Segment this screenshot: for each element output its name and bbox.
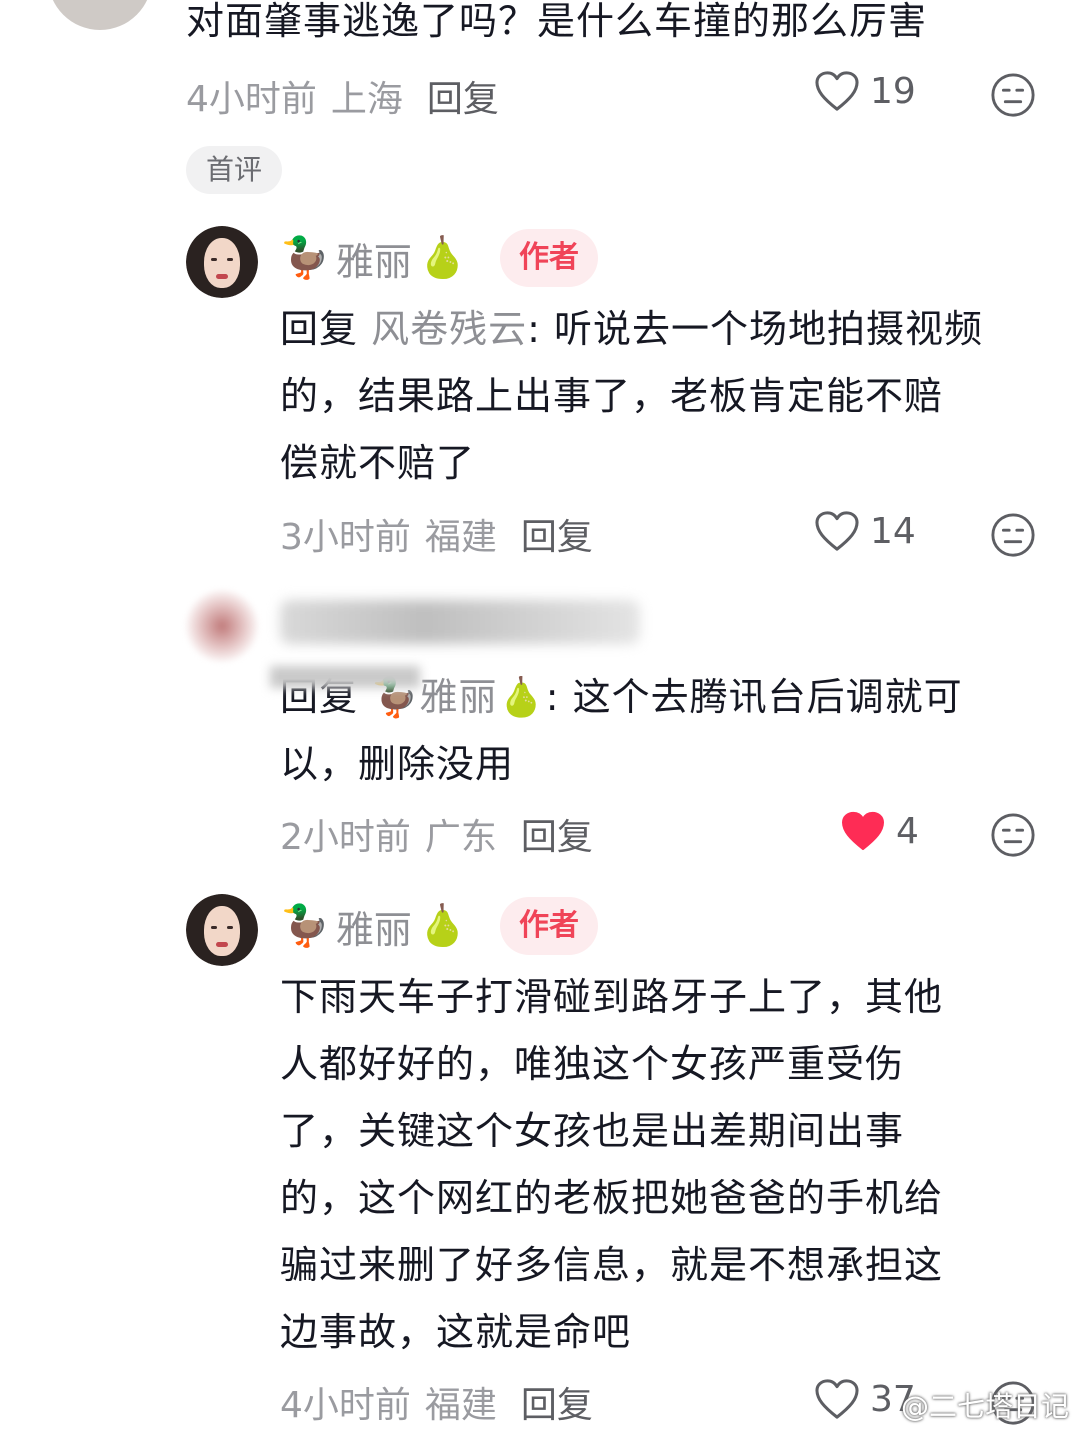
duck-icon: 🦆 <box>280 903 330 949</box>
reply-meta: 4小时前 福建 回复 <box>280 1376 593 1428</box>
first-comment-tag: 首评 <box>186 146 282 194</box>
reply-region: 福建 <box>424 517 497 558</box>
author-name-row[interactable]: 🦆 雅丽 🍐 <box>280 896 468 956</box>
author-avatar[interactable] <box>186 226 258 298</box>
dislike-face-icon[interactable] <box>990 72 1036 118</box>
mention-user[interactable]: 雅丽 <box>419 675 497 719</box>
comment-meta: 4小时前 上海 回复 <box>186 70 499 122</box>
author-avatar[interactable] <box>186 894 258 966</box>
reply-time: 2小时前 <box>280 817 411 858</box>
reply-button[interactable]: 回复 <box>521 817 593 858</box>
dislike-face-icon[interactable] <box>990 812 1036 858</box>
reply-meta: 2小时前 广东 回复 <box>280 808 593 860</box>
reply-region: 广东 <box>424 817 497 858</box>
blurred-avatar[interactable] <box>186 590 258 662</box>
comment-time: 4小时前 <box>186 79 317 120</box>
blur-overlay <box>270 666 420 688</box>
reply-prefix: 回复 <box>280 307 359 351</box>
heart-outline-icon <box>815 511 859 551</box>
username: 雅丽 <box>335 907 412 952</box>
like-button[interactable]: 4 <box>840 810 919 852</box>
like-count: 19 <box>870 70 916 112</box>
reply-text: 下雨天车子打滑碰到路牙子上了，其他 人都好好的，唯独这个女孩严重受伤 了，关键这… <box>280 975 944 1354</box>
like-count: 4 <box>896 810 919 852</box>
author-badge: 作者 <box>500 897 598 955</box>
reply-button[interactable]: 回复 <box>521 1385 593 1426</box>
like-button[interactable]: 14 <box>814 510 916 552</box>
author-name-row[interactable]: 🦆 雅丽 🍐 <box>280 228 468 288</box>
reply-time: 3小时前 <box>280 517 411 558</box>
reply-text: 回复 风卷残云: 听说去一个场地拍摄视频 的，结果路上出事了，老板肯定能不赔 偿… <box>280 307 984 485</box>
comment-text: 对面肇事逃逸了吗？是什么车撞的那么厉害 <box>186 0 928 43</box>
pear-icon: 🍐 <box>497 675 546 719</box>
dislike-face-icon[interactable] <box>990 512 1036 558</box>
pear-icon: 🍐 <box>417 903 468 949</box>
reply-time: 4小时前 <box>280 1385 411 1426</box>
reply-button[interactable]: 回复 <box>521 517 593 558</box>
reply-meta: 3小时前 福建 回复 <box>280 508 593 560</box>
reply-button[interactable]: 回复 <box>427 79 499 120</box>
blurred-username <box>280 600 640 644</box>
reply-region: 福建 <box>424 1385 497 1426</box>
username: 雅丽 <box>335 239 412 284</box>
pear-icon: 🍐 <box>417 235 468 281</box>
heart-outline-icon <box>815 71 859 111</box>
like-count: 14 <box>870 510 916 552</box>
like-button[interactable]: 19 <box>814 70 916 112</box>
heart-filled-icon <box>842 811 885 851</box>
heart-outline-icon <box>815 1379 859 1419</box>
commenter-avatar[interactable] <box>48 0 152 30</box>
reply-to-user[interactable]: 风卷残云 <box>371 307 527 351</box>
comment-region: 上海 <box>330 79 403 120</box>
duck-icon: 🦆 <box>280 235 330 281</box>
weibo-watermark: @二七塔日记 <box>900 1390 1069 1423</box>
author-badge: 作者 <box>500 229 598 287</box>
